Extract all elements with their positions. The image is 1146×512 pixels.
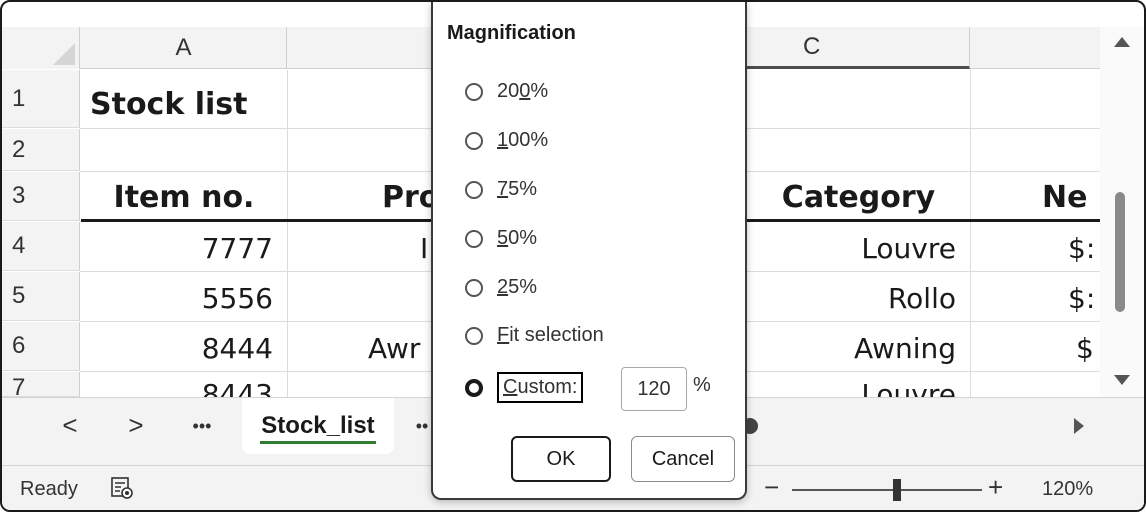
row-header-2[interactable]: 2	[2, 129, 80, 171]
option-200-label: 200%	[497, 80, 549, 102]
active-tab-indicator	[260, 441, 376, 444]
scroll-down-icon[interactable]	[1114, 375, 1130, 385]
cell-d4[interactable]: $:	[1068, 222, 1100, 271]
cell-d6[interactable]: $	[1076, 322, 1100, 371]
cell-c5[interactable]: Rollo	[747, 272, 970, 321]
cell-a5[interactable]: 5556	[81, 272, 287, 321]
cell-c3-header[interactable]: Category	[747, 172, 970, 221]
cell-c6[interactable]: Awning	[747, 322, 970, 371]
cancel-button[interactable]: Cancel	[631, 436, 735, 482]
radio-50[interactable]	[465, 229, 483, 248]
cell-a3-header[interactable]: Item no.	[81, 172, 287, 221]
option-100[interactable]: 100%	[465, 129, 548, 152]
option-50-label: 50%	[497, 227, 538, 249]
zoom-in-button[interactable]: +	[988, 472, 1003, 503]
cell-a1-title[interactable]: Stock list	[90, 70, 290, 128]
cell-b6[interactable]: Awr	[368, 322, 432, 371]
option-50[interactable]: 50%	[465, 227, 537, 250]
sheet-tab-label: Stock_list	[261, 412, 375, 439]
grid-line	[970, 70, 971, 397]
cell-d3-header[interactable]: Ne	[1042, 172, 1100, 221]
option-100-label: 100%	[497, 129, 549, 151]
zoom-slider[interactable]	[792, 489, 982, 491]
sheet-tab-stock-list[interactable]: Stock_list	[242, 398, 394, 454]
vertical-scroll-thumb[interactable]	[1115, 192, 1125, 312]
option-75-label: 75%	[497, 178, 538, 200]
status-ready-text: Ready	[20, 478, 78, 500]
option-200[interactable]: 200%	[465, 80, 548, 103]
radio-100[interactable]	[465, 131, 483, 150]
option-custom-label: Custom:	[497, 372, 584, 403]
macro-recording-icon[interactable]	[110, 476, 134, 500]
ok-button[interactable]: OK	[511, 436, 611, 482]
magnification-dialog: Magnification 200% 100% 75% 50% 25% Fit …	[431, 2, 747, 500]
option-25[interactable]: 25%	[465, 276, 537, 299]
spreadsheet-window: A C 1 2 3 4 5 6 7 Stock list Item no. Pr…	[0, 0, 1146, 512]
column-header-c[interactable]: C	[747, 27, 970, 69]
row-header-6[interactable]: 6	[2, 322, 80, 371]
radio-75[interactable]	[465, 180, 483, 199]
scroll-right-icon[interactable]	[1074, 418, 1084, 434]
option-fit-selection[interactable]: Fit selection	[465, 324, 604, 347]
column-header-a[interactable]: A	[81, 27, 287, 69]
zoom-level-text[interactable]: 120%	[1042, 478, 1093, 501]
zoom-out-button[interactable]: −	[764, 472, 779, 503]
cell-c4[interactable]: Louvre	[747, 222, 970, 271]
cell-a7[interactable]: 8443	[81, 372, 287, 397]
cell-b3-header[interactable]: Pro	[382, 172, 432, 221]
scroll-up-icon[interactable]	[1114, 37, 1130, 47]
radio-custom[interactable]	[465, 378, 483, 397]
row-header-3[interactable]: 3	[2, 172, 80, 221]
more-sheets-left-button[interactable]: •••	[184, 416, 220, 437]
cell-a6[interactable]: 8444	[81, 322, 287, 371]
row-header-4[interactable]: 4	[2, 222, 80, 271]
cell-a4[interactable]: 7777	[81, 222, 287, 271]
cell-d5[interactable]: $:	[1068, 272, 1100, 321]
zoom-slider-thumb[interactable]	[892, 479, 901, 501]
select-all-triangle-icon	[53, 43, 75, 65]
vertical-scrollbar[interactable]	[1100, 27, 1144, 397]
row-header-7[interactable]: 7	[2, 372, 80, 401]
custom-zoom-input[interactable]: 120	[621, 367, 687, 411]
option-25-label: 25%	[497, 276, 538, 298]
select-all-corner[interactable]	[2, 27, 80, 69]
cell-c7[interactable]: Louvre	[747, 372, 970, 397]
radio-25[interactable]	[465, 278, 483, 297]
dialog-title: Magnification	[447, 22, 576, 44]
next-sheet-button[interactable]: >	[118, 410, 154, 441]
option-75[interactable]: 75%	[465, 178, 537, 201]
row-header-1[interactable]: 1	[2, 70, 80, 128]
row-header-5[interactable]: 5	[2, 272, 80, 321]
custom-percent-sign: %	[693, 374, 711, 396]
radio-200[interactable]	[465, 82, 483, 101]
column-header-d[interactable]	[971, 27, 1100, 69]
radio-fit-selection[interactable]	[465, 326, 483, 345]
previous-sheet-button[interactable]: <	[52, 410, 88, 441]
option-custom[interactable]: Custom:	[465, 372, 584, 403]
option-fit-selection-label: Fit selection	[497, 324, 604, 346]
